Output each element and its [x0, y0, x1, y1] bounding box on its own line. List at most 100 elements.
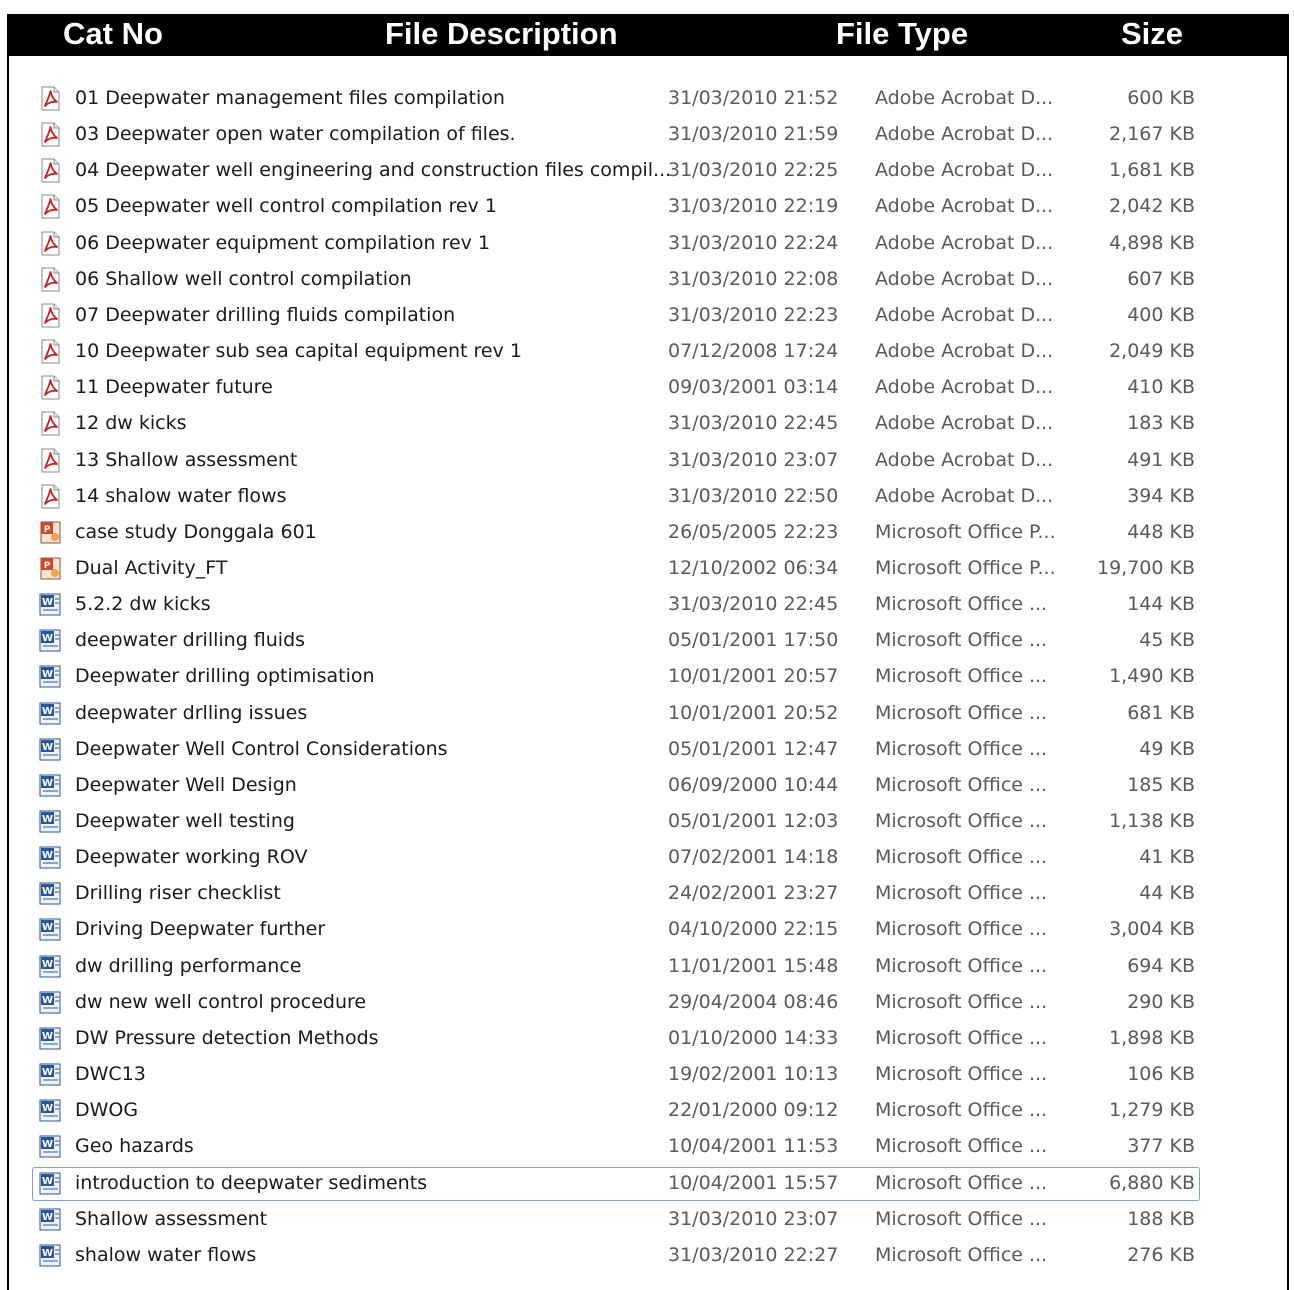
file-row[interactable]: Pcase study Donggala 601 26/05/2005 22:23…: [24, 516, 1272, 550]
file-name: 06 Shallow well control compilation: [75, 267, 412, 290]
file-size: 6,880 KB: [1109, 1171, 1195, 1194]
file-type: Adobe Acrobat D...: [875, 340, 1054, 363]
file-row[interactable]: W Deepwater well testing 05/01/2001 12:03 M…: [24, 805, 1272, 839]
file-size: 44 KB: [1139, 882, 1195, 905]
file-date: 31/03/2010 21:59: [668, 123, 839, 146]
svg-text:W: W: [42, 1031, 53, 1042]
file-row[interactable]: W Deepwater working ROV 07/02/2001 14:18 Mi…: [24, 841, 1272, 875]
file-row[interactable]: W 5.2.2 dw kicks 31/03/2010 22:45 Microsoft…: [24, 588, 1272, 622]
file-name: 05 Deepwater well control compilation re…: [75, 195, 497, 218]
file-type: Adobe Acrobat D...: [875, 267, 1054, 290]
file-type: Microsoft Office ...: [875, 918, 1048, 941]
pdf-icon: [38, 86, 63, 111]
file-row[interactable]: W Geo hazards 10/04/2001 11:53 Microsoft Of…: [24, 1130, 1272, 1164]
file-type: Microsoft Office ...: [875, 882, 1048, 905]
file-size: 1,490 KB: [1109, 665, 1195, 688]
file-row[interactable]: Wdeepwater drlling issues 10/01/2001 20:5…: [24, 697, 1272, 731]
file-size: 3,004 KB: [1109, 918, 1195, 941]
file-date: 26/05/2005 22:23: [668, 520, 839, 543]
file-name: Deepwater working ROV: [75, 846, 308, 869]
file-name: 01 Deepwater management files compilatio…: [75, 87, 505, 109]
file-row[interactable]: 06 Shallow well control compilation 31/03…: [24, 263, 1272, 297]
file-row[interactable]: W DW Pressure detection Methods 01/10/2000…: [24, 1022, 1272, 1056]
file-date: 01/10/2000 14:33: [668, 1026, 839, 1049]
file-row[interactable]: 03 Deepwater open water compilation of f…: [24, 118, 1272, 152]
column-header-bar: Cat No File Description File Type Size: [7, 14, 1289, 56]
file-size: 106 KB: [1127, 1063, 1195, 1086]
file-row[interactable]: 13 Shallow assessment 31/03/2010 23:07 Ado…: [24, 444, 1272, 478]
file-date: 22/01/2000 09:12: [668, 1099, 839, 1122]
file-name: dw new well control procedure: [75, 990, 367, 1013]
pdf-icon: [38, 339, 63, 364]
file-row[interactable]: W Drilling riser checklist 24/02/2001 23:2…: [24, 877, 1272, 911]
file-type: Adobe Acrobat D...: [875, 448, 1054, 471]
file-row[interactable]: Wintroduction to deepwater sediments 10/0…: [24, 1166, 1272, 1201]
file-size: 41 KB: [1139, 846, 1195, 869]
file-row[interactable]: 12 dw kicks 31/03/2010 22:45 Adobe Acrobat…: [24, 407, 1272, 441]
frame-right-border: [1287, 56, 1289, 1290]
word-icon: W: [38, 664, 63, 689]
file-row[interactable]: W Shallow assessment 31/03/2010 23:07 Micro…: [24, 1203, 1272, 1237]
file-row[interactable]: 10 Deepwater sub sea capital equipment r…: [24, 335, 1272, 369]
file-row[interactable]: W Driving Deepwater further 04/10/2000 22:…: [24, 913, 1272, 947]
file-row[interactable]: Wdeepwater drilling fluids 05/01/2001 17:…: [24, 624, 1272, 658]
word-icon: W: [38, 1026, 63, 1051]
file-date: 07/12/2008 17:24: [668, 340, 839, 363]
file-row[interactable]: 11 Deepwater future 09/03/2001 03:14 Adobe…: [24, 371, 1272, 405]
file-row[interactable]: W Deepwater Well Design 06/09/2000 10:44 Mi…: [24, 769, 1272, 803]
svg-text:W: W: [42, 633, 53, 644]
file-row[interactable]: 07 Deepwater drilling fluids compilation…: [24, 299, 1272, 333]
file-type: Microsoft Office ...: [875, 701, 1048, 724]
header-cat-no[interactable]: Cat No: [63, 16, 163, 52]
file-list: 01 Deepwater management files compilatio…: [24, 74, 1272, 1284]
file-size: 448 KB: [1127, 520, 1195, 543]
file-type: Microsoft Office ...: [875, 1171, 1048, 1194]
file-name: 06 Deepwater equipment compilation rev 1: [75, 231, 491, 254]
word-icon: W: [38, 990, 63, 1015]
svg-text:W: W: [42, 995, 53, 1006]
powerpoint-icon: P: [38, 556, 63, 581]
header-file-type[interactable]: File Type: [836, 16, 968, 52]
word-icon: W: [38, 1062, 63, 1087]
svg-text:W: W: [42, 1176, 53, 1187]
file-row[interactable]: Wshalow water flows 31/03/2010 22:27 Micro…: [24, 1239, 1272, 1273]
file-row[interactable]: W Deepwater Well Control Considerations 05…: [24, 733, 1272, 767]
file-date: 31/03/2010 22:24: [668, 231, 839, 254]
file-row[interactable]: Wdw new well control procedure 29/04/2004…: [24, 986, 1272, 1020]
word-icon: W: [38, 917, 63, 942]
file-name: 13 Shallow assessment: [75, 448, 298, 471]
file-row[interactable]: 01 Deepwater management files compilatio…: [24, 82, 1272, 116]
file-row[interactable]: Wdw drilling performance 11/01/2001 15:48…: [24, 950, 1272, 984]
word-icon: W: [38, 773, 63, 798]
file-date: 31/03/2010 22:45: [668, 593, 839, 616]
file-row[interactable]: W DWC13 19/02/2001 10:13 Microsoft Office .…: [24, 1058, 1272, 1092]
file-size: 377 KB: [1127, 1135, 1195, 1158]
file-row[interactable]: 04 Deepwater well engineering and constr…: [24, 154, 1272, 188]
file-size: 276 KB: [1127, 1243, 1195, 1266]
file-row[interactable]: 14 shalow water flows 31/03/2010 22:50 Ado…: [24, 480, 1272, 514]
file-row[interactable]: P Dual Activity_FT 12/10/2002 06:34 Microso…: [24, 552, 1272, 586]
file-name: 10 Deepwater sub sea capital equipment r…: [75, 340, 522, 363]
file-type: Adobe Acrobat D...: [875, 376, 1054, 399]
file-type: Microsoft Office ...: [875, 1063, 1048, 1086]
file-name: Geo hazards: [75, 1135, 194, 1158]
header-file-description[interactable]: File Description: [385, 16, 618, 52]
word-icon: W: [38, 628, 63, 653]
file-date: 05/01/2001 12:47: [668, 737, 839, 760]
word-icon: W: [38, 1171, 63, 1196]
svg-text:W: W: [42, 597, 53, 608]
file-name: introduction to deepwater sediments: [75, 1171, 428, 1194]
file-row[interactable]: W Deepwater drilling optimisation 10/01/20…: [24, 660, 1272, 694]
file-row[interactable]: W DWOG 22/01/2000 09:12 Microsoft Office ..…: [24, 1094, 1272, 1128]
svg-text:W: W: [42, 706, 53, 717]
file-date: 07/02/2001 14:18: [668, 846, 839, 869]
file-row[interactable]: 06 Deepwater equipment compilation rev 1…: [24, 227, 1272, 261]
file-date: 31/03/2010 23:07: [668, 1207, 839, 1230]
header-size[interactable]: Size: [1121, 16, 1183, 52]
svg-text:W: W: [42, 1248, 53, 1259]
file-row[interactable]: 05 Deepwater well control compilation re…: [24, 190, 1272, 224]
file-type: Adobe Acrobat D...: [875, 484, 1054, 507]
file-size: 19,700 KB: [1096, 556, 1195, 579]
svg-text:W: W: [42, 1212, 53, 1223]
file-type: Microsoft Office ...: [875, 629, 1048, 652]
